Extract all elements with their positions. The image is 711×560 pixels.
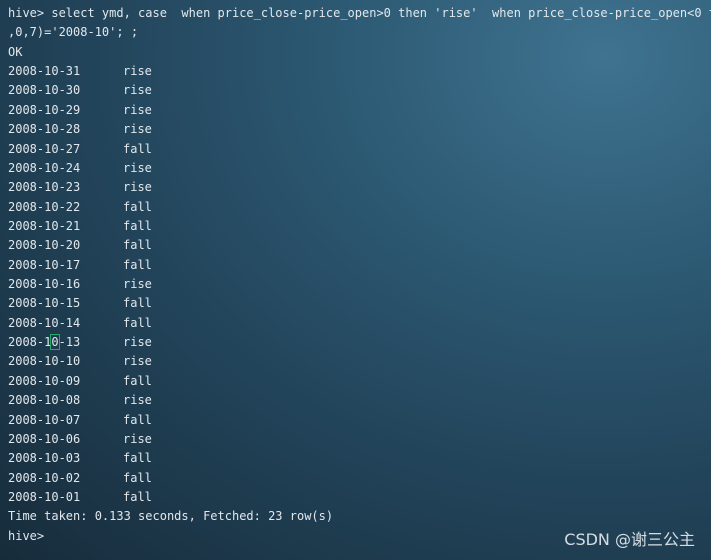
result-row: 2008-10-22 fall [8,198,711,217]
result-row: 2008-10-24 rise [8,159,711,178]
row-result: fall [123,470,152,485]
row-date: 2008-10-20 [8,238,81,253]
result-rows: 2008-10-31 rise 2008-10-30 rise 2008-10-29 ri… [8,62,711,507]
row-date: 2008-10-15 [8,296,81,311]
watermark: CSDN @谢三公主 [564,530,695,549]
row-result: rise [123,64,152,79]
result-row: 2008-10-06 rise [8,430,711,449]
row-result: fall [123,315,152,330]
command-line-2: ,0,7)='2008-10'; ; [8,25,139,40]
row-date: 2008-10-17 [8,257,81,272]
row-date: 2008-10-22 [8,199,81,214]
row-date: 2008-10-10 [8,354,81,369]
row-date: 2008-10-07 [8,412,81,427]
row-result: rise [123,102,152,117]
row-result: fall [123,218,152,233]
result-row: 2008-10-20 fall [8,236,711,255]
row-date: 2008-10-24 [8,160,81,175]
result-row: 2008-10-14 fall [8,314,711,333]
result-row: 2008-10-31 rise [8,62,711,81]
result-row: 2008-10-03 fall [8,449,711,468]
row-result: rise [123,122,152,137]
result-row: 2008-10-17 fall [8,256,711,275]
row-date: 2008-10-14 [8,315,81,330]
row-result: rise [123,160,152,175]
terminal-output[interactable]: hive> select ymd, case when price_close-… [8,4,711,546]
result-row: 2008-10-07 fall [8,411,711,430]
row-date: 2008-10-29 [8,102,81,117]
row-result: fall [123,296,152,311]
row-date: 2008-10-01 [8,489,81,504]
row-result: fall [123,451,152,466]
terminal-cursor: 0 [50,334,60,351]
result-row: 2008-10-23 rise [8,178,711,197]
row-result: fall [123,257,152,272]
row-result: rise [123,354,152,369]
row-result: rise [123,83,152,98]
row-result: rise [123,335,152,350]
result-row: 2008-10-16 rise [8,275,711,294]
result-row: 2008-10-30 rise [8,81,711,100]
row-date: 2008-10-28 [8,122,81,137]
row-result: rise [123,180,152,195]
result-row: 2008-10-21 fall [8,217,711,236]
row-date: 2008-10-03 [8,451,81,466]
row-date: 2008-10-27 [8,141,81,156]
row-result: fall [123,489,152,504]
row-result: rise [123,393,152,408]
row-date: 2008-10-09 [8,373,81,388]
command-line-1: hive> select ymd, case when price_close-… [8,6,711,20]
result-row: 2008-10-13 rise [8,333,711,352]
result-row: 2008-10-29 rise [8,101,711,120]
row-result: fall [123,238,152,253]
row-date: 2008-10-06 [8,431,81,446]
result-row: 2008-10-02 fall [8,469,711,488]
result-row: 2008-10-10 rise [8,352,711,371]
row-result: fall [123,141,152,156]
result-row: 2008-10-09 fall [8,372,711,391]
summary-line: Time taken: 0.133 seconds, Fetched: 23 r… [8,509,334,524]
result-row: 2008-10-08 rise [8,391,711,410]
status-ok: OK [8,44,23,59]
row-result: fall [123,373,152,388]
row-date: 2008-10-02 [8,470,81,485]
result-row: 2008-10-27 fall [8,140,711,159]
result-row: 2008-10-15 fall [8,294,711,313]
result-row: 2008-10-01 fall [8,488,711,507]
row-result: rise [123,277,152,292]
row-date: 2008-10-30 [8,83,81,98]
row-result: rise [123,431,152,446]
row-date: 2008-10-08 [8,393,81,408]
row-date: 2008-10-23 [8,180,81,195]
row-date: 2008-10-31 [8,64,81,79]
row-result: fall [123,412,152,427]
row-date: 2008-10-21 [8,218,81,233]
row-result: fall [123,199,152,214]
row-date: 2008-10-16 [8,277,81,292]
result-row: 2008-10-28 rise [8,120,711,139]
row-date: 2008-10-13 [8,334,81,351]
